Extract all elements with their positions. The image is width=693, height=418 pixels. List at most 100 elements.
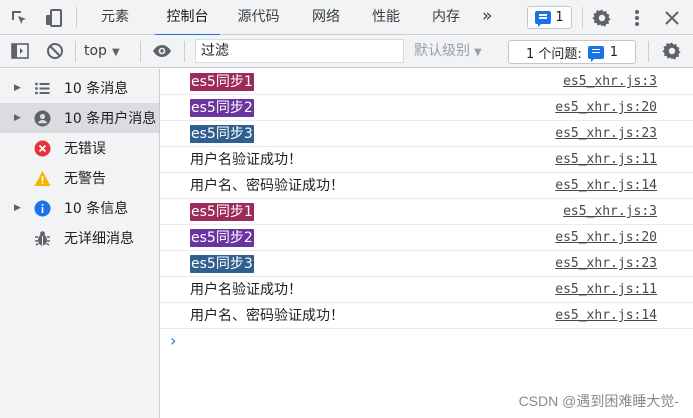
more-tabs-icon[interactable]: » xyxy=(482,0,492,35)
source-link[interactable]: es5_xhr.js:20 xyxy=(555,99,657,117)
source-link[interactable]: es5_xhr.js:14 xyxy=(555,177,657,195)
tab-performance[interactable]: 性能 xyxy=(371,0,401,35)
console-sidebar: ▶ 10 条消息 ▶ 10 条用户消息 无错误 无警告 ▶ 10 条信息 无详细… xyxy=(0,69,160,418)
source-link[interactable]: es5_xhr.js:20 xyxy=(555,229,657,247)
issues-label: 1 个问题: xyxy=(525,46,582,62)
context-value: top xyxy=(84,43,107,59)
chevron-down-icon: ▼ xyxy=(474,47,482,58)
styled-log-text: es5同步2 xyxy=(190,99,254,117)
tab-network[interactable]: 网络 xyxy=(311,0,341,35)
sidebar-item-warnings[interactable]: 无警告 xyxy=(0,163,159,193)
source-link[interactable]: es5_xhr.js:23 xyxy=(555,255,657,273)
divider xyxy=(184,41,185,62)
log-row: es5同步2 es5_xhr.js:20 xyxy=(160,95,693,121)
log-levels-label: 默认级别 xyxy=(414,43,470,59)
sidebar-item-label: 无详细消息 xyxy=(64,231,134,247)
expand-arrow-icon[interactable]: ▶ xyxy=(14,113,21,123)
issues-badge-count: 1 xyxy=(555,10,564,25)
log-message: es5同步3 xyxy=(190,125,254,143)
issues-badge-button[interactable]: 1 xyxy=(527,6,572,29)
sidebar-item-label: 无警告 xyxy=(64,171,106,187)
expand-arrow-icon[interactable]: ▶ xyxy=(14,83,21,93)
chevron-down-icon: ▼ xyxy=(111,47,120,58)
clear-console-icon[interactable] xyxy=(45,41,65,61)
log-row: es5同步2 es5_xhr.js:20 xyxy=(160,225,693,251)
divider xyxy=(76,7,77,28)
console-settings-gear-icon[interactable] xyxy=(662,41,682,61)
source-link[interactable]: es5_xhr.js:3 xyxy=(563,73,657,91)
log-row: 用户名、密码验证成功！ es5_xhr.js:14 xyxy=(160,173,693,199)
close-icon[interactable] xyxy=(662,8,682,28)
sidebar-item-verbose[interactable]: 无详细消息 xyxy=(0,223,159,253)
log-row: es5同步1 es5_xhr.js:3 xyxy=(160,199,693,225)
sidebar-item-errors[interactable]: 无错误 xyxy=(0,133,159,163)
prompt-chevron-icon: › xyxy=(170,331,177,350)
log-message: es5同步1 xyxy=(190,203,254,221)
issues-count: 1 xyxy=(609,44,619,60)
message-icon xyxy=(535,11,552,27)
tab-sources[interactable]: 源代码 xyxy=(236,0,281,35)
inspect-element-icon[interactable] xyxy=(9,8,29,28)
list-icon xyxy=(34,80,51,97)
bug-icon xyxy=(34,230,51,247)
console-prompt[interactable]: › xyxy=(160,329,693,355)
divider xyxy=(648,41,649,62)
sidebar-toggle-icon[interactable] xyxy=(10,41,30,61)
message-icon xyxy=(587,45,604,62)
log-levels-dropdown[interactable]: 默认级别 ▼ xyxy=(414,41,482,62)
log-message: es5同步2 xyxy=(190,99,254,117)
console-log: es5同步1 es5_xhr.js:3 es5同步2 es5_xhr.js:20… xyxy=(160,69,693,355)
source-link[interactable]: es5_xhr.js:23 xyxy=(555,125,657,143)
log-message: es5同步2 xyxy=(190,229,254,247)
log-message: 用户名、密码验证成功！ xyxy=(190,308,344,324)
log-message: 用户名、密码验证成功！ xyxy=(190,178,344,194)
context-selector[interactable]: top ▼ xyxy=(84,41,120,62)
sidebar-item-label: 无错误 xyxy=(64,141,106,157)
issues-count-button[interactable]: 1 个问题: 1 xyxy=(508,40,636,64)
expand-arrow-icon[interactable]: ▶ xyxy=(14,203,21,213)
source-link[interactable]: es5_xhr.js:11 xyxy=(555,281,657,299)
filter-input[interactable] xyxy=(195,39,404,63)
log-row: 用户名验证成功！ es5_xhr.js:11 xyxy=(160,147,693,173)
tab-console[interactable]: 控制台 xyxy=(155,0,220,36)
log-row: es5同步1 es5_xhr.js:3 xyxy=(160,69,693,95)
live-expression-eye-icon[interactable] xyxy=(152,41,172,61)
tab-memory[interactable]: 内存 xyxy=(431,0,461,35)
settings-gear-icon[interactable] xyxy=(592,8,612,28)
styled-log-text: es5同步2 xyxy=(190,229,254,247)
log-message: es5同步1 xyxy=(190,73,254,91)
log-message: 用户名验证成功！ xyxy=(190,152,302,168)
styled-log-text: es5同步3 xyxy=(190,255,254,273)
error-icon xyxy=(34,140,51,157)
styled-log-text: es5同步1 xyxy=(190,73,254,91)
warning-icon xyxy=(34,170,51,187)
log-row: es5同步3 es5_xhr.js:23 xyxy=(160,251,693,277)
styled-log-text: es5同步3 xyxy=(190,125,254,143)
log-row: 用户名、密码验证成功！ es5_xhr.js:14 xyxy=(160,303,693,329)
log-message: 用户名验证成功！ xyxy=(190,282,302,298)
styled-log-text: es5同步1 xyxy=(190,203,254,221)
watermark: CSDN @遇到困难睡大觉- xyxy=(518,393,679,409)
source-link[interactable]: es5_xhr.js:3 xyxy=(563,203,657,221)
sidebar-item-label: 10 条消息 xyxy=(64,81,129,97)
divider xyxy=(75,41,76,62)
source-link[interactable]: es5_xhr.js:11 xyxy=(555,151,657,169)
sidebar-item-user-messages[interactable]: ▶ 10 条用户消息 xyxy=(0,103,159,133)
sidebar-item-messages[interactable]: ▶ 10 条消息 xyxy=(0,73,159,103)
log-row: es5同步3 es5_xhr.js:23 xyxy=(160,121,693,147)
sidebar-item-info[interactable]: ▶ 10 条信息 xyxy=(0,193,159,223)
divider xyxy=(582,7,583,28)
sidebar-item-label: 10 条用户消息 xyxy=(64,111,157,127)
tab-elements[interactable]: 元素 xyxy=(100,0,130,35)
sidebar-item-label: 10 条信息 xyxy=(64,201,129,217)
console-toolbar: top ▼ 默认级别 ▼ 1 个问题: 1 xyxy=(0,35,693,68)
source-link[interactable]: es5_xhr.js:14 xyxy=(555,307,657,325)
info-icon xyxy=(34,200,51,217)
devtools-tab-bar: 元素 控制台 源代码 网络 性能 内存 » 1 xyxy=(0,0,693,36)
divider xyxy=(140,41,141,62)
log-message: es5同步3 xyxy=(190,255,254,273)
log-row: 用户名验证成功！ es5_xhr.js:11 xyxy=(160,277,693,303)
user-icon xyxy=(34,110,51,127)
device-toolbar-icon[interactable] xyxy=(44,8,64,28)
more-options-icon[interactable] xyxy=(627,8,647,28)
